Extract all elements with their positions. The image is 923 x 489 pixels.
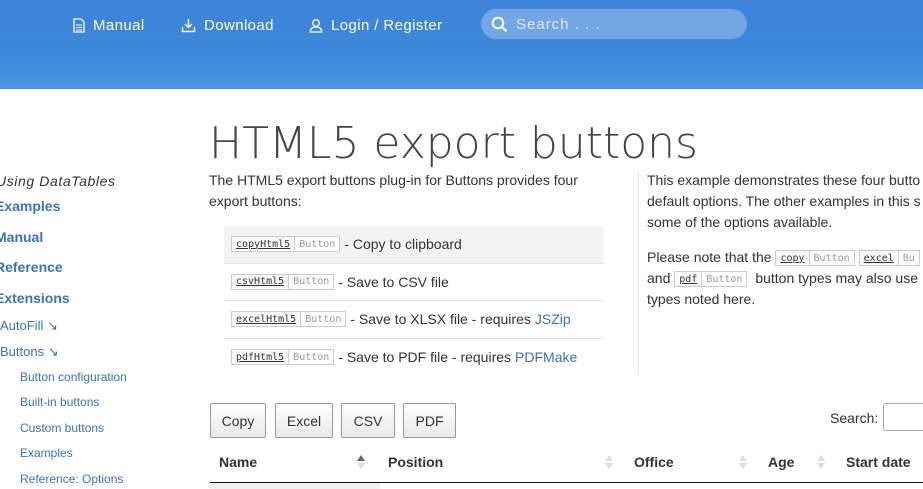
sidebar-item-extensions[interactable]: Extensions [0, 290, 70, 306]
sidebar-item-reference[interactable]: Reference [0, 259, 63, 275]
sort-both-icon [605, 455, 613, 469]
download-icon [181, 18, 196, 32]
document-icon [73, 17, 85, 33]
sidebar-heading: Using DataTables [0, 173, 116, 189]
page-title: HTML5 export buttons [209, 118, 698, 169]
pdf-button[interactable]: PDF [403, 403, 456, 438]
table-search-label: Search: [830, 410, 879, 426]
list-item-text: - Save to CSV file [338, 273, 449, 290]
list-item-text: - Copy to clipboard [344, 236, 462, 253]
column-header-office[interactable]: Office [634, 454, 674, 470]
info-paragraph-2: Please note that the copy Button excel Bu a… [647, 249, 920, 307]
nav-login-label: Login / Register [331, 16, 443, 34]
sort-asc-icon [357, 455, 365, 469]
info-paragraph-1: This example demonstrates these four but… [647, 172, 921, 230]
sidebar-item-examples[interactable]: Examples [0, 198, 60, 214]
csv-button[interactable]: CSV [341, 403, 395, 438]
jszip-link[interactable]: JSZip [535, 311, 571, 327]
button-type-tag[interactable]: excelHtml5 Button [231, 311, 347, 328]
export-button-list: copyHtml5 Button - Copy to clipboard csvH… [224, 226, 604, 376]
sidebar-item-built-in-buttons[interactable]: Built-in buttons [20, 395, 99, 409]
list-item: excelHtml5 Button - Save to XLSX file - r… [224, 301, 604, 339]
excel-button[interactable]: Excel [275, 403, 333, 438]
nav-login-register[interactable]: Login / Register [309, 14, 442, 36]
excel-button-tag[interactable]: excel Bu [858, 250, 920, 267]
nav-download[interactable]: Download [181, 14, 274, 36]
site-search-input[interactable] [516, 15, 736, 33]
column-header-position[interactable]: Position [388, 454, 443, 470]
copy-button[interactable]: Copy [210, 403, 266, 438]
copy-button-tag[interactable]: copy Button [775, 250, 855, 267]
info-panel: This example demonstrates these four but… [647, 170, 923, 324]
site-search[interactable] [481, 9, 747, 39]
sidebar-item-buttons-examples[interactable]: Examples [20, 446, 73, 460]
nav-download-label: Download [204, 16, 274, 34]
column-header-age[interactable]: Age [768, 454, 794, 470]
sidebar-item-reference-options[interactable]: Reference: Options [20, 472, 123, 486]
pdfmake-link[interactable]: PDFMake [515, 349, 577, 365]
sidebar-item-custom-buttons[interactable]: Custom buttons [20, 421, 104, 435]
list-item-text: - Save to PDF file - requires [338, 349, 512, 366]
site-header: Manual Download Login / Register [0, 0, 923, 89]
search-icon [491, 16, 508, 32]
column-header-start-date[interactable]: Start date [846, 454, 911, 470]
sidebar-item-autofill[interactable]: AutoFill ↘ [0, 318, 58, 334]
list-item: copyHtml5 Button - Copy to clipboard [224, 226, 604, 264]
user-icon [309, 18, 323, 33]
sidebar-item-button-configuration[interactable]: Button configuration [20, 370, 127, 384]
table-row[interactable] [210, 483, 380, 489]
button-type-tag[interactable]: csvHtml5 Button [231, 273, 335, 290]
list-item: pdfHtml5 Button - Save to PDF file - requ… [224, 339, 604, 377]
table-search-input[interactable] [883, 403, 923, 431]
sidebar-item-manual[interactable]: Manual [0, 229, 43, 245]
list-item-text: - Save to XLSX file - requires [350, 311, 531, 328]
sidebar-item-buttons[interactable]: Buttons ↘ [0, 344, 59, 360]
pdf-button-tag[interactable]: pdf Button [674, 271, 748, 288]
column-header-name[interactable]: Name [219, 454, 257, 470]
list-item: csvHtml5 Button - Save to CSV file [224, 264, 604, 301]
nav-manual-label: Manual [93, 16, 145, 34]
sort-both-icon [739, 455, 747, 469]
intro-text: The HTML5 export buttons plug-in for But… [209, 172, 578, 209]
column-divider [638, 172, 639, 374]
button-type-tag[interactable]: pdfHtml5 Button [231, 349, 335, 366]
button-type-tag[interactable]: copyHtml5 Button [231, 236, 341, 253]
nav-manual[interactable]: Manual [73, 14, 145, 36]
sort-both-icon [817, 455, 825, 469]
